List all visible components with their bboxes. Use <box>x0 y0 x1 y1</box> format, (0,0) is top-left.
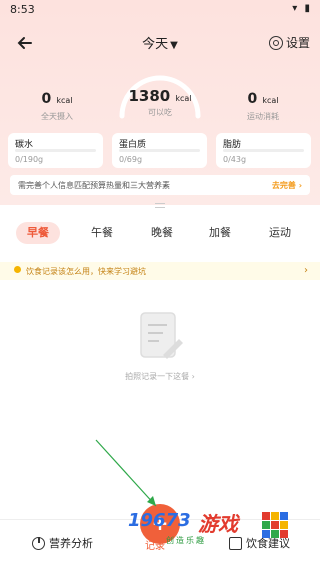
record-label: 记录 <box>145 541 165 552</box>
remaining-label: 可以吃 <box>148 108 172 117</box>
macro-progress-bar <box>223 149 304 152</box>
remaining-value: 1380 <box>128 87 171 105</box>
macro-card-protein: 蛋白质 0/69g <box>112 133 207 168</box>
banner-text: 需完善个人信息匹配预算热量和三大营养素 <box>18 181 170 190</box>
banner-action[interactable]: 去完善 › <box>272 180 302 191</box>
nutrition-analysis-button[interactable]: 营养分析 <box>32 535 93 551</box>
empty-state-text[interactable]: 拍照记录一下这餐 › <box>0 371 320 382</box>
settings-label: 设置 <box>285 36 310 50</box>
intake-unit: kcal <box>56 96 73 105</box>
nav-left-label: 营养分析 <box>49 537 93 550</box>
intake-label: 全天摄入 <box>41 112 73 121</box>
arrow-annotation-icon <box>95 439 157 507</box>
macro-amount: 0/43g <box>223 155 247 164</box>
chevron-right-icon: › <box>304 265 308 276</box>
burn-stat: 0 kcal 运动消耗 <box>218 88 308 122</box>
status-bar: 8:53 ▾ ▮ <box>0 0 320 18</box>
sheet-handle[interactable] <box>155 203 165 208</box>
intake-stat: 0 kcal 全天摄入 <box>12 88 102 122</box>
tab-snack[interactable]: 加餐 <box>198 222 242 244</box>
macro-amount: 0/190g <box>15 155 44 164</box>
tab-exercise[interactable]: 运动 <box>258 222 302 244</box>
macro-progress-bar <box>15 149 96 152</box>
pie-chart-icon <box>32 536 45 550</box>
settings-button[interactable]: 设置 <box>268 34 310 51</box>
remaining-unit: kcal <box>175 94 192 103</box>
burn-label: 运动消耗 <box>247 112 279 121</box>
status-icons: ▾ ▮ <box>292 3 312 14</box>
top-header: 今天 ▼ 设置 <box>0 28 320 56</box>
macro-progress-bar <box>119 149 200 152</box>
nav-right-label: 饮食建议 <box>246 537 290 550</box>
tab-lunch[interactable]: 午餐 <box>80 222 124 244</box>
profile-banner[interactable]: 需完善个人信息匹配预算热量和三大营养素 去完善 › <box>10 175 310 195</box>
empty-note-icon <box>140 312 183 359</box>
tip-banner[interactable]: 饮食记录该怎么用，快来学习避坑 › <box>0 262 320 280</box>
macro-card-fat: 脂肪 0/43g <box>216 133 311 168</box>
status-time: 8:53 <box>10 3 35 16</box>
diet-advice-button[interactable]: 饮食建议 <box>229 535 290 551</box>
burn-value: 0 <box>247 91 258 107</box>
lightbulb-icon <box>14 266 21 273</box>
caret-down-icon: ▼ <box>170 40 178 51</box>
gear-icon <box>268 35 283 50</box>
macro-card-carbs: 碳水 0/190g <box>8 133 103 168</box>
intake-value: 0 <box>41 91 52 107</box>
meal-tabs: 早餐 午餐 晚餐 加餐 运动 <box>10 222 310 248</box>
edit-icon <box>229 536 242 550</box>
calorie-ring: 1380 kcal 可以吃 <box>112 60 208 120</box>
page-title: 今天 <box>142 37 169 52</box>
burn-unit: kcal <box>262 96 279 105</box>
macro-amount: 0/69g <box>119 155 143 164</box>
tab-dinner[interactable]: 晚餐 <box>140 222 184 244</box>
tab-breakfast[interactable]: 早餐 <box>16 222 60 244</box>
tip-text: 饮食记录该怎么用，快来学习避坑 <box>26 267 146 276</box>
